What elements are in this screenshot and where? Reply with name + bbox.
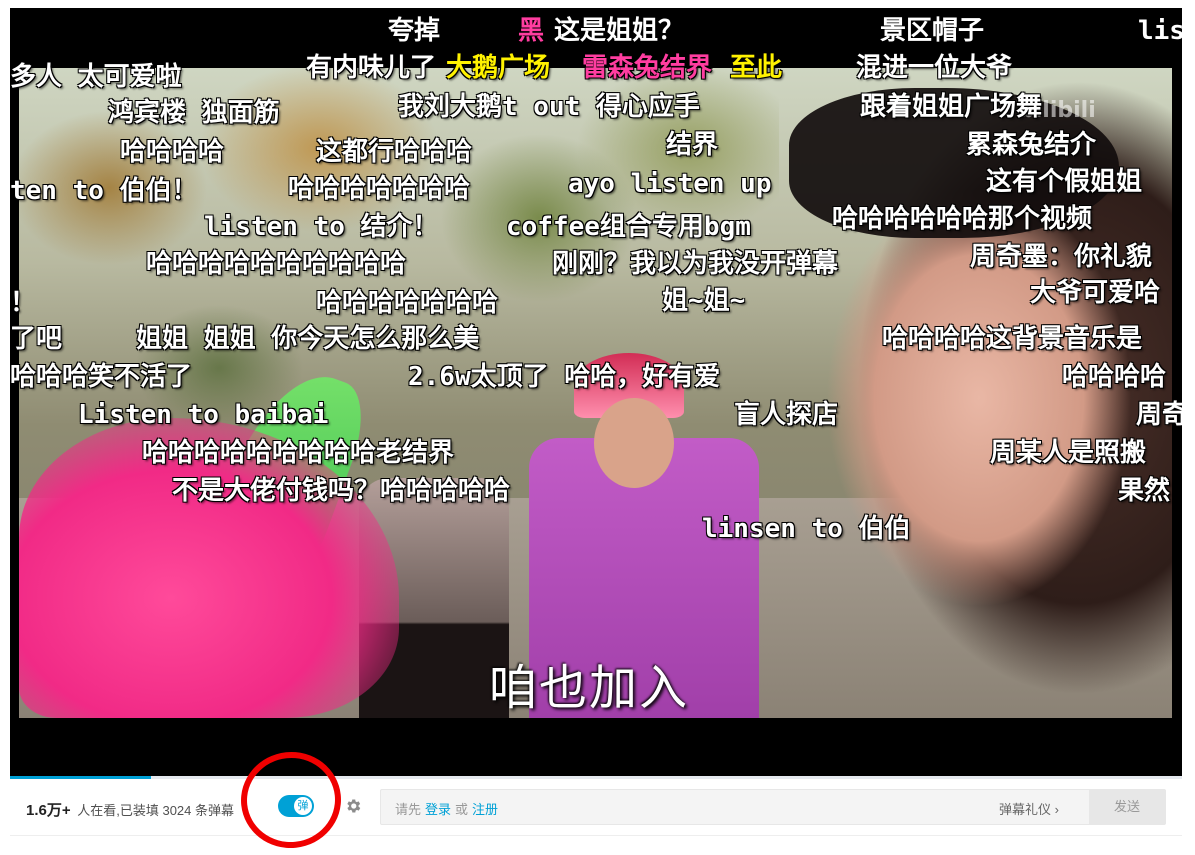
danmaku-comment: 2.6w太顶了 哈哈，好有爱 [408, 362, 721, 392]
danmaku-comment: 跟着姐姐广场舞 [860, 92, 1043, 122]
video-player[interactable]: bilibili 咱也加入 夸掉 黑 这是姐姐？ 景区帽子 lis 多人 太可爱… [10, 8, 1182, 776]
or-text: 或 [455, 802, 469, 817]
danmaku-comment: 多人 太可爱啦 [10, 62, 182, 92]
danmaku-comment: 刚刚？我以为我没开弹幕 [552, 249, 839, 279]
danmaku-toggle-switch[interactable]: 弹 [278, 795, 314, 817]
danmaku-comment: 哈哈哈哈哈哈哈哈哈哈 [146, 249, 407, 279]
danmaku-comment: 哈哈哈哈 [120, 137, 225, 167]
danmaku-comment: 周奇墨：你礼貌 [970, 242, 1153, 272]
danmaku-comment: 周奇 [1136, 400, 1182, 430]
danmaku-control-bar: 1.6万+ 人在看,已装填 3024 条弹幕 弹 请先 登录或注册 弹幕礼仪 › … [10, 779, 1182, 836]
danmaku-comment: 这是姐姐？ [554, 16, 685, 46]
danmaku-comment: 景区帽子 [880, 16, 985, 46]
danmaku-comment: 这有个假姐姐 [986, 167, 1143, 197]
video-subtitle: 咱也加入 [489, 660, 690, 716]
dancer-head [594, 398, 674, 488]
danmaku-comment: 了吧 [10, 324, 63, 354]
send-button[interactable]: 发送 [1089, 790, 1165, 824]
danmaku-comment: 夸掉 [388, 16, 441, 46]
danmaku-comment: 我刘大鹅t out 得心应手 [398, 92, 700, 122]
danmaku-comment: 姐姐 姐姐 你今天怎么那么美 [136, 324, 480, 354]
danmaku-comment: 哈哈哈哈哈哈哈 [316, 288, 499, 318]
danmaku-comment: 盲人探店 [734, 400, 839, 430]
danmaku-comment: lis [1138, 16, 1182, 46]
danmaku-comment: 哈哈哈哈这背景音乐是 [882, 324, 1143, 354]
danmaku-comment: 结界 [666, 130, 719, 160]
danmaku-comment: 哈哈哈笑不活了 [10, 362, 193, 392]
danmaku-comment: 周某人是照搬 [990, 438, 1147, 468]
danmaku-comment: 鸿宾楼 独面筋 [108, 98, 280, 128]
danmaku-comment: 至此 [730, 53, 783, 83]
danmaku-comment: coffee组合专用bgm [506, 212, 751, 242]
danmaku-etiquette-link[interactable]: 弹幕礼仪 › [999, 799, 1059, 818]
danmaku-comment: 果然 [1118, 476, 1171, 506]
danmaku-comment: 混进一位大爷 [856, 53, 1013, 83]
danmaku-comment: listen to 结介！ [204, 212, 439, 242]
danmaku-comment: 黑 [518, 16, 545, 46]
danmaku-input[interactable]: 请先 登录或注册 弹幕礼仪 › 发送 [380, 789, 1166, 825]
input-prefix: 请先 [395, 802, 422, 817]
danmaku-comment: ！ [10, 288, 37, 318]
danmaku-comment: ten to 伯伯！ [10, 176, 198, 206]
danmaku-comment: 姐~姐~ [662, 286, 746, 316]
danmaku-comment: 这都行哈哈哈 [316, 137, 473, 167]
danmaku-comment: 雷森兔结界 [582, 53, 713, 83]
viewer-text: 人在看,已装填 3024 条弹幕 [77, 803, 235, 818]
register-link[interactable]: 注册 [472, 802, 498, 817]
danmaku-comment: linsen to 伯伯 [702, 514, 911, 544]
gear-icon-svg [347, 799, 361, 813]
danmaku-comment: 哈哈哈哈哈哈哈 [288, 174, 471, 204]
viewer-info: 1.6万+ 人在看,已装填 3024 条弹幕 [26, 799, 234, 820]
gear-icon[interactable] [344, 797, 362, 815]
danmaku-comment: 累森兔结介 [966, 130, 1097, 160]
danmaku-toggle-knob: 弹 [294, 797, 312, 815]
danmaku-comment: 哈哈哈哈哈哈哈哈哈老结界 [142, 438, 455, 468]
viewer-count: 1.6万+ [26, 802, 71, 819]
danmaku-comment: 大鹅广场 [446, 53, 551, 83]
danmaku-input-hint: 请先 登录或注册 [395, 799, 502, 818]
danmaku-comment: 有内味儿了 [306, 53, 437, 83]
danmaku-comment: 大爷可爱哈 [1030, 278, 1161, 308]
login-link[interactable]: 登录 [425, 802, 451, 817]
danmaku-comment: ayo listen up [568, 169, 772, 199]
danmaku-comment: 哈哈哈哈哈哈那个视频 [832, 204, 1093, 234]
danmaku-comment: Listen to baibai [78, 400, 329, 430]
danmaku-comment: 哈哈哈哈 [1062, 362, 1167, 392]
danmaku-comment: 不是大佬付钱吗？哈哈哈哈哈 [172, 476, 511, 506]
